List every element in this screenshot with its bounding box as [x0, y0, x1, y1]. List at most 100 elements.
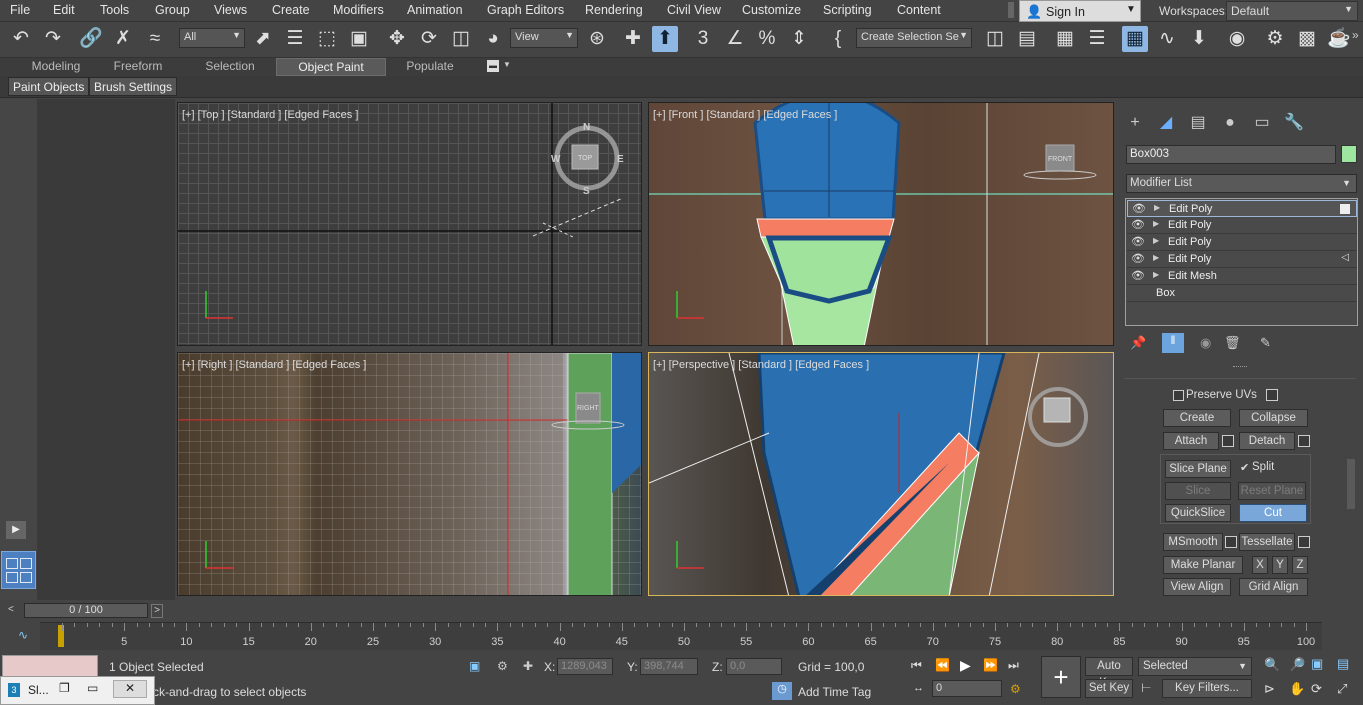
modifier-list-dropdown[interactable]: Modifier List ▼	[1126, 174, 1357, 193]
time-marker[interactable]	[58, 625, 64, 647]
modify-tab-icon[interactable]: ◢	[1154, 111, 1178, 135]
preserve-uvs-checkbox[interactable]	[1173, 390, 1184, 401]
zoom-all-icon[interactable]: 🔎	[1289, 657, 1305, 673]
rendered-frame-icon[interactable]: ▩	[1294, 26, 1320, 52]
planar-z-button[interactable]: Z	[1292, 556, 1308, 574]
rect-region-icon[interactable]: ⬚	[314, 26, 340, 52]
keyboard-shortcut-override-icon[interactable]: ⬆	[652, 26, 678, 52]
quickslice-button[interactable]: QuickSlice	[1165, 504, 1231, 522]
percent-snap-icon[interactable]: %	[754, 26, 780, 52]
tab-selection[interactable]: Selection	[186, 58, 274, 76]
curve-editor-icon[interactable]: ∿	[1154, 26, 1180, 52]
next-frame-icon[interactable]: >	[151, 604, 163, 618]
bind-spacewarp-icon[interactable]: ≈	[142, 26, 168, 52]
select-manipulate-icon[interactable]: ✚	[620, 26, 646, 52]
ribbon-toggle-icon[interactable]: ▦	[1122, 26, 1148, 52]
place-icon[interactable]: ◕	[480, 26, 506, 52]
named-selection-set-dropdown[interactable]: Create Selection Se ▼	[856, 28, 972, 48]
chevron-down-icon[interactable]: ▼	[503, 60, 511, 69]
zoom-icon[interactable]: 🔍	[1264, 657, 1280, 673]
undo-icon[interactable]: ↶	[8, 26, 34, 52]
expand-icon[interactable]: ▶	[1154, 203, 1160, 212]
field-of-view-icon[interactable]: ⊳	[1264, 681, 1275, 697]
expand-icon[interactable]: ▶	[1153, 236, 1159, 245]
expand-icon[interactable]: ▶	[1153, 219, 1159, 228]
menu-edit[interactable]: Edit	[53, 3, 75, 17]
key-filters-icon[interactable]: ⊢	[1141, 681, 1151, 695]
close-icon[interactable]: ✕	[113, 680, 147, 698]
panel-splitter[interactable]	[1233, 366, 1247, 369]
msmooth-settings-button[interactable]	[1225, 536, 1237, 548]
menu-civil-view[interactable]: Civil View	[667, 3, 721, 17]
reset-plane-button[interactable]: Reset Plane	[1238, 482, 1306, 500]
eye-icon[interactable]: 👁	[1131, 235, 1145, 248]
go-to-end-icon[interactable]: ⏭	[1008, 658, 1019, 673]
menu-group[interactable]: Group	[155, 3, 190, 17]
create-tab-icon[interactable]: +	[1123, 111, 1147, 135]
selection-lock-icon[interactable]: ⚙	[497, 659, 508, 673]
menu-file[interactable]: File	[10, 3, 30, 17]
current-frame-field[interactable]: 0	[932, 680, 1002, 697]
stack-item-edit-poly-1[interactable]: 👁 ▶ Edit Poly	[1127, 200, 1357, 217]
stack-item-edit-poly-3[interactable]: 👁 ▶ Edit Poly	[1127, 234, 1357, 251]
viewcube-face-front[interactable]: FRONT	[1048, 156, 1073, 163]
viewport-front[interactable]: [+] [Front ] [Standard ] [Edged Faces ] …	[648, 102, 1114, 346]
render-icon[interactable]: ☕	[1326, 26, 1352, 52]
brush-settings-button[interactable]: Brush Settings	[89, 77, 178, 96]
schematic-view-icon[interactable]: ⬇	[1186, 26, 1212, 52]
select-object-icon[interactable]: ⬈	[250, 26, 276, 52]
spinner-snap-icon[interactable]: ⇕	[786, 26, 812, 52]
floating-window-tab[interactable]: 3 Sl... ❐ ▭ ✕	[0, 676, 155, 705]
eye-icon[interactable]: 👁	[1131, 269, 1145, 282]
add-time-tag[interactable]: Add Time Tag	[798, 685, 871, 699]
layer-explorer-icon[interactable]: ☰	[1084, 26, 1110, 52]
menu-customize[interactable]: Customize	[742, 3, 801, 17]
tab-object-paint[interactable]: Object Paint	[276, 58, 386, 76]
eye-icon[interactable]: 👁	[1131, 252, 1145, 265]
minimize-icon[interactable]: ▭	[87, 681, 98, 695]
attach-settings-button[interactable]	[1222, 435, 1234, 447]
scene-explorer-icon[interactable]: ▦	[1052, 26, 1078, 52]
expand-icon[interactable]: ▶	[1153, 253, 1159, 262]
make-unique-icon[interactable]: ◉	[1200, 335, 1211, 351]
time-config-icon[interactable]: ⚙	[1010, 682, 1021, 696]
grid-align-button[interactable]: Grid Align	[1239, 578, 1308, 596]
slice-plane-button[interactable]: Slice Plane	[1165, 460, 1231, 478]
use-pivot-icon[interactable]: ⊛	[584, 26, 610, 52]
menu-graph-editors[interactable]: Graph Editors	[487, 3, 564, 17]
selection-filter-dropdown[interactable]: All ▼	[179, 28, 245, 48]
stack-item-edit-mesh[interactable]: 👁 ▶ Edit Mesh	[1127, 268, 1357, 285]
detach-settings-button[interactable]	[1298, 435, 1310, 447]
menu-content[interactable]: Content	[897, 3, 941, 17]
sign-in-button[interactable]: 👤 Sign In ▼	[1019, 0, 1141, 22]
window-crossing-icon[interactable]: ▣	[346, 26, 372, 52]
viewport-top[interactable]: [+] [Top ] [Standard ] [Edged Faces ] TO…	[177, 102, 642, 346]
angle-snap-icon[interactable]: ∠	[722, 26, 748, 52]
previous-frame-icon[interactable]: ⏪	[935, 658, 950, 672]
unlink-icon[interactable]: ✗	[110, 26, 136, 52]
create-button[interactable]: Create	[1163, 409, 1231, 427]
view-align-button[interactable]: View Align	[1163, 578, 1231, 596]
object-color-swatch[interactable]	[1341, 145, 1357, 163]
menu-rendering[interactable]: Rendering	[585, 3, 643, 17]
planar-x-button[interactable]: X	[1252, 556, 1268, 574]
motion-tab-icon[interactable]: ●	[1218, 111, 1242, 135]
next-frame-button-icon[interactable]: ⏩	[983, 658, 998, 672]
viewport-label-right[interactable]: [+] [Right ] [Standard ] [Edged Faces ]	[182, 359, 366, 371]
tab-freeform[interactable]: Freeform	[96, 58, 180, 76]
attach-button[interactable]: Attach	[1163, 432, 1219, 450]
stack-item-edit-poly-4[interactable]: 👁 ▶ Edit Poly ◁	[1127, 251, 1357, 268]
key-mode-dropdown[interactable]: Selected ▼	[1138, 657, 1252, 676]
maximize-viewport-icon[interactable]: ⤢	[1337, 681, 1347, 697]
msmooth-button[interactable]: MSmooth	[1163, 533, 1223, 551]
eye-icon[interactable]: 👁	[1132, 202, 1146, 215]
play-panel-icon[interactable]: ▶	[6, 521, 26, 539]
object-name-field[interactable]: Box003	[1126, 145, 1336, 164]
display-tab-icon[interactable]: ▭	[1250, 111, 1274, 135]
select-by-name-icon[interactable]: ☰	[282, 26, 308, 52]
eye-icon[interactable]: 👁	[1131, 218, 1145, 231]
viewport-right[interactable]: [+] [Right ] [Standard ] [Edged Faces ] …	[177, 352, 642, 596]
time-slider[interactable]: 0 / 100	[24, 603, 148, 618]
pan-icon[interactable]: ✋	[1289, 681, 1305, 697]
menu-overflow-handle[interactable]	[1008, 2, 1014, 18]
